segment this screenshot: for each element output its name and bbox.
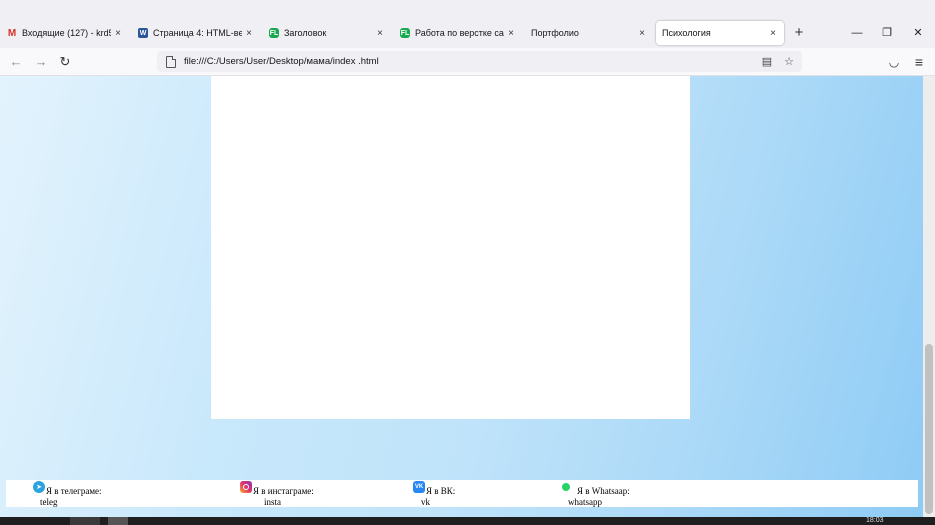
window-close-button[interactable]: ✕ <box>903 24 933 42</box>
word-icon: W <box>138 28 148 38</box>
gmail-icon: M <box>7 27 17 39</box>
taskbar-clock: 18:03 <box>866 517 884 524</box>
contact-handle[interactable]: insta <box>264 497 281 507</box>
contacts-footer: ➤ Я в телеграме: teleg Я в инстаграме: i… <box>6 480 918 507</box>
minimize-button[interactable]: — <box>842 24 872 42</box>
telegram-icon: ➤ <box>33 481 45 493</box>
tab-title: Входящие (127) - krd569 <box>22 28 111 38</box>
close-icon[interactable]: × <box>504 28 518 39</box>
tab-title: Портфолио <box>531 28 579 38</box>
scrollbar-thumb[interactable] <box>925 344 933 514</box>
tab-html-page[interactable]: W Страница 4: HTML-верст × <box>131 21 260 45</box>
taskbar-app-browser[interactable] <box>70 517 100 525</box>
close-icon[interactable]: × <box>635 28 649 39</box>
forward-button[interactable]: → <box>32 53 50 71</box>
contact-label: Я в ВК: <box>426 486 456 496</box>
new-tab-button[interactable]: + <box>790 24 808 42</box>
page-viewport: ➤ Я в телеграме: teleg Я в инстаграме: i… <box>0 76 923 517</box>
tab-psychology[interactable]: Психология × <box>656 21 784 45</box>
bookmark-star-icon[interactable]: ☆ <box>780 55 798 68</box>
whatsapp-icon <box>562 483 570 491</box>
fl-icon: FL <box>400 28 410 38</box>
tab-heading[interactable]: FL Заголовок × <box>262 21 391 45</box>
contact-label: Я в инстаграме: <box>253 486 314 496</box>
tab-title: Страница 4: HTML-верст <box>153 28 242 38</box>
content-box <box>211 76 690 419</box>
navigation-bar: ← → ↻ file:///C:/Users/User/Desktop/мама… <box>0 48 935 76</box>
contact-label: Я в телеграме: <box>46 486 102 496</box>
window-top-strip <box>0 0 935 19</box>
tab-title: Заголовок <box>284 28 327 38</box>
vk-icon: VK <box>413 481 425 493</box>
close-icon[interactable]: × <box>766 28 780 39</box>
reader-view-icon[interactable]: ▤ <box>758 55 776 68</box>
tab-portfolio[interactable]: Портфолио × <box>524 21 653 45</box>
file-icon <box>166 55 176 68</box>
fl-icon: FL <box>269 28 279 38</box>
close-icon[interactable]: × <box>111 28 125 39</box>
back-button[interactable]: ← <box>7 53 25 71</box>
close-icon[interactable]: × <box>373 28 387 39</box>
tab-inbox[interactable]: M Входящие (127) - krd569 × <box>0 21 129 45</box>
contact-handle[interactable]: whatsapp <box>568 497 602 507</box>
pocket-icon[interactable]: ◡ <box>885 53 903 71</box>
url-text[interactable]: file:///C:/Users/User/Desktop/мама/index… <box>184 56 758 67</box>
tab-title: Работа по верстке сайто <box>415 28 504 38</box>
vertical-scrollbar[interactable] <box>923 76 935 517</box>
restore-button[interactable]: ❐ <box>872 24 902 42</box>
instagram-icon <box>240 481 252 493</box>
address-bar[interactable]: file:///C:/Users/User/Desktop/мама/index… <box>157 51 802 72</box>
reload-button[interactable]: ↻ <box>56 53 74 71</box>
taskbar-app[interactable] <box>108 517 128 525</box>
contact-handle[interactable]: vk <box>421 497 430 507</box>
os-taskbar: 18:03 <box>0 517 935 525</box>
tab-layout-work[interactable]: FL Работа по верстке сайто × <box>393 21 522 45</box>
menu-button[interactable]: ≡ <box>910 53 928 71</box>
contact-handle[interactable]: teleg <box>40 497 58 507</box>
close-icon[interactable]: × <box>242 28 256 39</box>
tab-title: Психология <box>662 28 711 38</box>
contact-label: Я в Whatsaap: <box>577 486 630 496</box>
